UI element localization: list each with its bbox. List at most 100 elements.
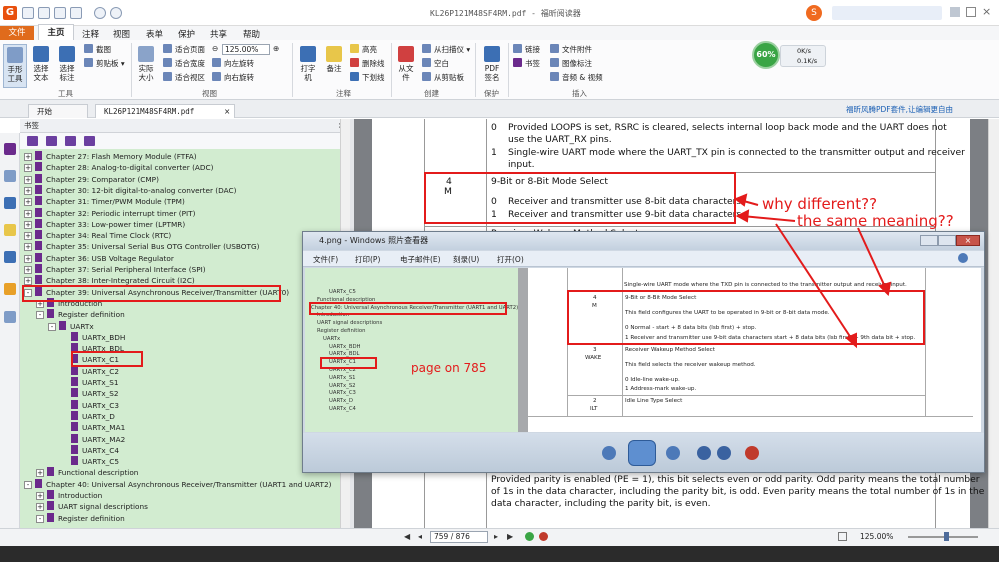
- page-number-input[interactable]: 759 / 876: [430, 531, 488, 543]
- bookmark-item[interactable]: + Chapter 30: 12-bit digital-to-analog co…: [24, 184, 236, 196]
- view-mode-icon[interactable]: [838, 532, 847, 541]
- security-panel-icon[interactable]: [4, 283, 16, 295]
- viewer-next-icon[interactable]: [666, 446, 680, 460]
- attach-button[interactable]: 文件附件: [550, 44, 592, 55]
- select-text-button[interactable]: 选择文本: [31, 46, 51, 82]
- expand-icon[interactable]: +: [24, 232, 32, 241]
- viewer-minimize-button[interactable]: [920, 235, 938, 246]
- bookmark-item[interactable]: UARTx_MA1: [60, 422, 125, 433]
- zoom-input[interactable]: 125.00%: [222, 44, 270, 55]
- print-icon[interactable]: [54, 7, 66, 19]
- hand-tool-button[interactable]: 手形工具: [3, 44, 27, 88]
- ime-toolbar[interactable]: [832, 6, 942, 20]
- expand-icon[interactable]: +: [24, 266, 32, 274]
- strikeout-button[interactable]: 删除线: [350, 58, 385, 69]
- expand-icon[interactable]: +: [24, 220, 32, 229]
- last-page-icon[interactable]: ▶: [507, 532, 516, 541]
- link-button[interactable]: 链接: [513, 44, 540, 55]
- expand-icon[interactable]: +: [24, 243, 32, 252]
- expand-icon[interactable]: +: [24, 175, 32, 184]
- screenshot-button[interactable]: 截图: [84, 44, 111, 55]
- bookmark-expand-icon[interactable]: [65, 136, 76, 146]
- redo-icon[interactable]: [110, 7, 122, 19]
- back-icon[interactable]: [525, 532, 534, 541]
- rotate-left-button[interactable]: 向左旋转: [212, 58, 254, 69]
- fit-page-button[interactable]: 适合页面: [163, 44, 205, 55]
- sogou-icon[interactable]: S: [806, 5, 822, 21]
- bookmark-item[interactable]: + Functional description: [36, 467, 138, 478]
- bookmarks-panel-icon[interactable]: [4, 143, 16, 155]
- menu-form[interactable]: 表单: [146, 28, 163, 40]
- viewer-menu-burn[interactable]: 刻录(U): [453, 254, 479, 265]
- expand-icon[interactable]: +: [24, 164, 32, 173]
- bookmark-item[interactable]: + Introduction: [36, 490, 102, 501]
- note-button[interactable]: 备注: [324, 46, 344, 73]
- bookmark-item[interactable]: UARTx_S2: [60, 388, 119, 399]
- bookmark-item[interactable]: + Chapter 28: Analog-to-digital converter…: [24, 162, 213, 173]
- select-annot-button[interactable]: 选择标注: [57, 46, 77, 82]
- bookmark-item[interactable]: UARTx_C4: [60, 444, 119, 456]
- next-page-icon[interactable]: ▸: [494, 532, 503, 541]
- viewer-rotate-left-icon[interactable]: [697, 446, 711, 460]
- viewer-rotate-right-icon[interactable]: [717, 446, 731, 460]
- menu-protect[interactable]: 保护: [178, 28, 195, 40]
- bookmark-item[interactable]: UARTx_C2: [60, 365, 119, 377]
- minimize-button[interactable]: [950, 7, 960, 17]
- bookmark-item[interactable]: - Register definition: [36, 309, 125, 320]
- collapse-icon[interactable]: -: [48, 322, 56, 331]
- bookmark-item[interactable]: UARTx_BDH: [60, 331, 125, 343]
- zoom-in-icon[interactable]: ⊕: [273, 44, 279, 54]
- comments-panel-icon[interactable]: [4, 224, 16, 236]
- viewer-menu-print[interactable]: 打印(P): [355, 254, 380, 265]
- close-button[interactable]: ×: [982, 5, 994, 18]
- viewer-prev-icon[interactable]: [602, 446, 616, 460]
- bookmark-item[interactable]: UARTx_MA2: [60, 433, 125, 445]
- menu-share[interactable]: 共享: [210, 28, 227, 40]
- help-icon[interactable]: [958, 253, 968, 263]
- bookmark-item[interactable]: + Chapter 35: Universal Serial Bus OTG Co…: [24, 241, 259, 252]
- speed-meter[interactable]: 60%: [752, 41, 780, 69]
- prev-page-icon[interactable]: ◂: [418, 532, 427, 541]
- expand-icon[interactable]: +: [24, 153, 32, 161]
- expand-icon[interactable]: +: [36, 469, 44, 478]
- expand-icon[interactable]: +: [24, 209, 32, 218]
- bookmark-item[interactable]: + Chapter 29: Comparator (CMP): [24, 173, 159, 185]
- from-clipboard-button[interactable]: 从剪贴板: [422, 72, 464, 83]
- clipboard-button[interactable]: 剪贴板 ▾: [84, 58, 125, 69]
- bookmark-item[interactable]: + Chapter 33: Low-power timer (LPTMR): [24, 218, 185, 230]
- bookmark-item[interactable]: + Chapter 31: Timer/PWM Module (TPM): [24, 196, 185, 207]
- menu-comment[interactable]: 注释: [82, 28, 99, 40]
- fit-width-button[interactable]: 适合宽度: [163, 58, 205, 69]
- collapse-icon[interactable]: -: [24, 480, 32, 489]
- expand-icon[interactable]: +: [24, 198, 32, 207]
- underline-button[interactable]: 下划线: [350, 72, 385, 83]
- bookmark-item[interactable]: + Chapter 36: USB Voltage Regulator: [24, 252, 174, 264]
- bookmark-add-icon[interactable]: [27, 136, 38, 146]
- zoom-slider[interactable]: [908, 536, 978, 538]
- bookmark-item[interactable]: + UART signal descriptions: [36, 501, 148, 512]
- advert-link[interactable]: 福昕风腾PDF套件,让编辑更自由: [846, 104, 953, 115]
- bookmark-item[interactable]: - Chapter 40: Universal Asynchronous Rece…: [24, 478, 331, 490]
- expand-icon[interactable]: +: [36, 503, 44, 512]
- menu-view[interactable]: 视图: [113, 28, 130, 40]
- bookmark-item[interactable]: + Chapter 37: Serial Peripheral Interface…: [24, 264, 206, 275]
- tab-document[interactable]: KL26P121M48SF4RM.pdf ×: [95, 104, 235, 118]
- tab-start[interactable]: 开始: [28, 104, 88, 118]
- document-scrollbar[interactable]: [988, 119, 999, 528]
- expand-icon[interactable]: +: [24, 254, 32, 263]
- save-icon[interactable]: [38, 7, 50, 19]
- rotate-right-button[interactable]: 向右旋转: [212, 72, 254, 83]
- menu-help[interactable]: 帮助: [243, 28, 260, 40]
- tools-panel-icon[interactable]: [4, 311, 16, 323]
- viewer-delete-icon[interactable]: [745, 446, 759, 460]
- new-icon[interactable]: [70, 7, 82, 19]
- expand-icon[interactable]: +: [36, 492, 44, 500]
- from-file-button[interactable]: 从文件: [396, 46, 416, 82]
- highlight-button[interactable]: 高亮: [350, 44, 377, 55]
- bookmark-item[interactable]: + Chapter 32: Periodic interrupt timer (P…: [24, 207, 196, 219]
- maximize-button[interactable]: [966, 7, 976, 17]
- menu-home[interactable]: 主页: [38, 24, 74, 41]
- collapse-icon[interactable]: -: [36, 514, 44, 523]
- forward-icon[interactable]: [539, 532, 548, 541]
- viewer-menu-email[interactable]: 电子邮件(E): [400, 254, 441, 265]
